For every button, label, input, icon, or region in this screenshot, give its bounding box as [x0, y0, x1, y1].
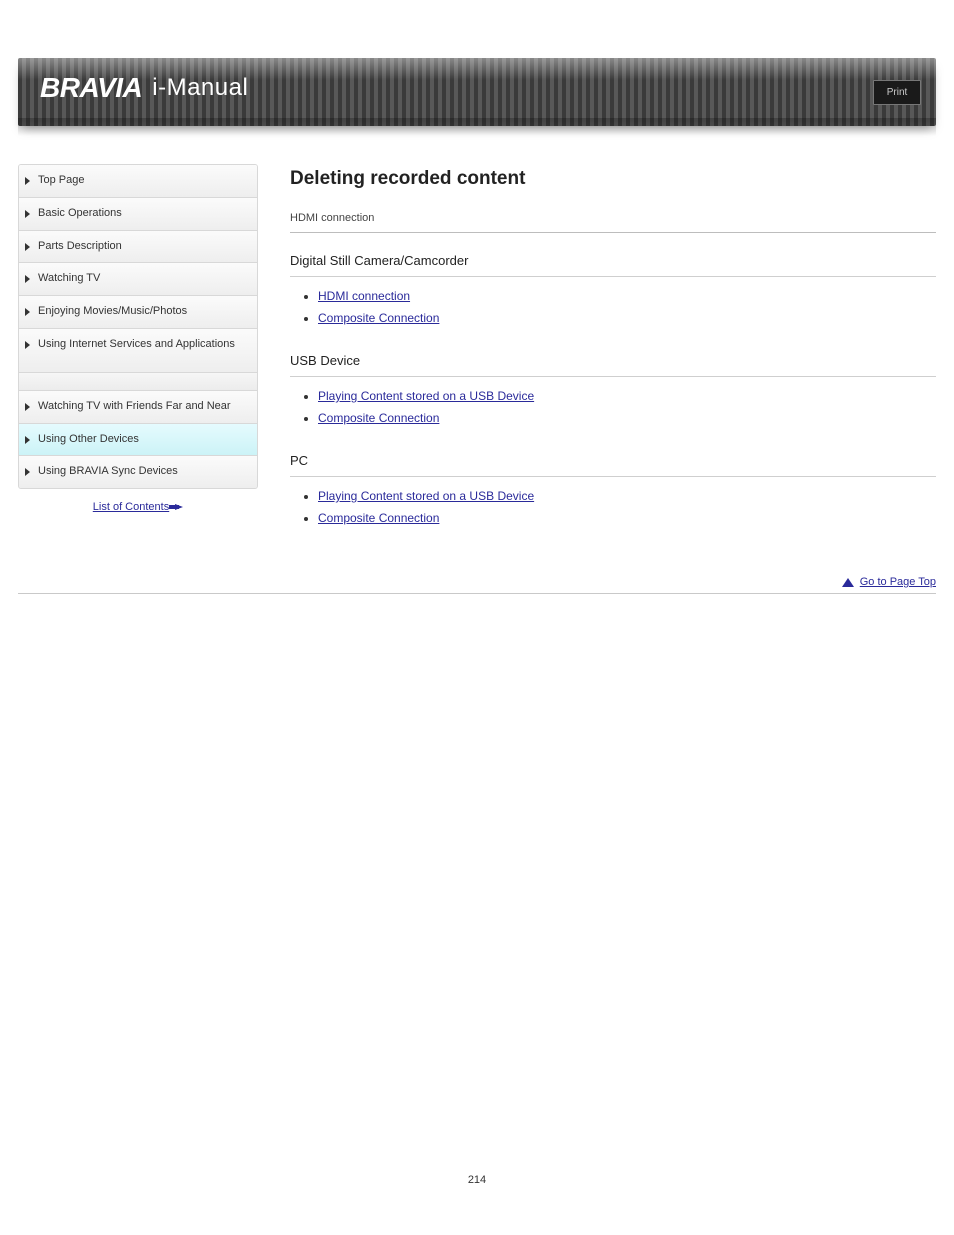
- list-item: Playing Content stored on a USB Device: [318, 385, 936, 407]
- go-to-top-label: Go to Page Top: [860, 576, 936, 588]
- sidebar-item-label: Watching TV with Friends Far and Near: [38, 400, 231, 414]
- content-link[interactable]: Composite Connection: [318, 511, 439, 525]
- sidebar-item-other-devices[interactable]: Using Other Devices: [19, 424, 257, 457]
- section-head: PC: [290, 447, 936, 477]
- content-link[interactable]: Playing Content stored on a USB Device: [318, 489, 534, 503]
- chevron-right-icon: [25, 177, 30, 185]
- content-link[interactable]: Composite Connection: [318, 311, 439, 325]
- sidebar-item-internet-services[interactable]: Using Internet Services and Applications: [19, 329, 257, 373]
- go-to-top-link[interactable]: Go to Page Top: [842, 576, 936, 588]
- list-item: Composite Connection: [318, 407, 936, 429]
- model-label: i-Manual: [152, 74, 248, 102]
- chevron-right-icon: [25, 341, 30, 349]
- sidebar-spacer: [19, 373, 257, 391]
- content-link[interactable]: Playing Content stored on a USB Device: [318, 389, 534, 403]
- chevron-right-icon: [25, 468, 30, 476]
- brand-label: BRAVIA: [40, 72, 142, 104]
- sidebar-item-watching-with-friends[interactable]: Watching TV with Friends Far and Near: [19, 391, 257, 424]
- banner-title: BRAVIA i-Manual: [40, 72, 248, 104]
- sidebar-item-bravia-sync[interactable]: Using BRAVIA Sync Devices: [19, 456, 257, 488]
- print-button-label: Print: [887, 87, 908, 98]
- article-title: Deleting recorded content: [290, 168, 936, 190]
- list-item: Composite Connection: [318, 507, 936, 529]
- sidebar-item-label: Using Other Devices: [38, 433, 139, 447]
- content-link[interactable]: Composite Connection: [318, 411, 439, 425]
- arrow-right-icon: [175, 504, 183, 510]
- sidebar-item-label: Using Internet Services and Applications: [38, 338, 235, 352]
- list-item: Playing Content stored on a USB Device: [318, 485, 936, 507]
- section-head: Digital Still Camera/Camcorder: [290, 247, 936, 277]
- sidebar-nav: Top Page Basic Operations Parts Descript…: [18, 164, 258, 489]
- chevron-right-icon: [25, 210, 30, 218]
- triangle-up-icon: [842, 578, 854, 587]
- list-item: Composite Connection: [318, 307, 936, 329]
- footer-divider: Go to Page Top: [18, 593, 936, 594]
- chevron-right-icon: [25, 243, 30, 251]
- chevron-right-icon: [25, 275, 30, 283]
- print-button[interactable]: Print: [873, 80, 921, 105]
- list-of-contents-link[interactable]: List of Contents: [18, 501, 258, 513]
- section-links: Playing Content stored on a USB Device C…: [290, 485, 936, 529]
- sidebar-item-movies-music-photos[interactable]: Enjoying Movies/Music/Photos: [19, 296, 257, 329]
- sidebar-item-watching-tv[interactable]: Watching TV: [19, 263, 257, 296]
- sidebar-item-label: Basic Operations: [38, 207, 122, 221]
- content-link[interactable]: HDMI connection: [318, 289, 410, 303]
- section-links: Playing Content stored on a USB Device C…: [290, 385, 936, 429]
- sidebar-item-parts-description[interactable]: Parts Description: [19, 231, 257, 264]
- section-links: HDMI connection Composite Connection: [290, 285, 936, 329]
- sidebar-item-label: Watching TV: [38, 272, 100, 286]
- chevron-right-icon: [25, 308, 30, 316]
- list-item: HDMI connection: [318, 285, 936, 307]
- page-number: 214: [0, 1174, 954, 1186]
- header-banner: BRAVIA i-Manual Print: [18, 58, 936, 126]
- chevron-right-icon: [25, 403, 30, 411]
- manual-link-label: List of Contents: [93, 501, 169, 513]
- sidebar-item-label: Top Page: [38, 174, 84, 188]
- sidebar-item-label: Parts Description: [38, 240, 122, 254]
- sidebar-item-label: Enjoying Movies/Music/Photos: [38, 305, 187, 319]
- sidebar-item-top-page[interactable]: Top Page: [19, 165, 257, 198]
- sidebar: Top Page Basic Operations Parts Descript…: [18, 164, 258, 513]
- breadcrumb: HDMI connection: [290, 212, 936, 233]
- sidebar-item-label: Using BRAVIA Sync Devices: [38, 465, 178, 479]
- chevron-right-icon: [25, 436, 30, 444]
- article: Deleting recorded content HDMI connectio…: [290, 164, 936, 547]
- sidebar-item-basic-operations[interactable]: Basic Operations: [19, 198, 257, 231]
- section-head: USB Device: [290, 347, 936, 377]
